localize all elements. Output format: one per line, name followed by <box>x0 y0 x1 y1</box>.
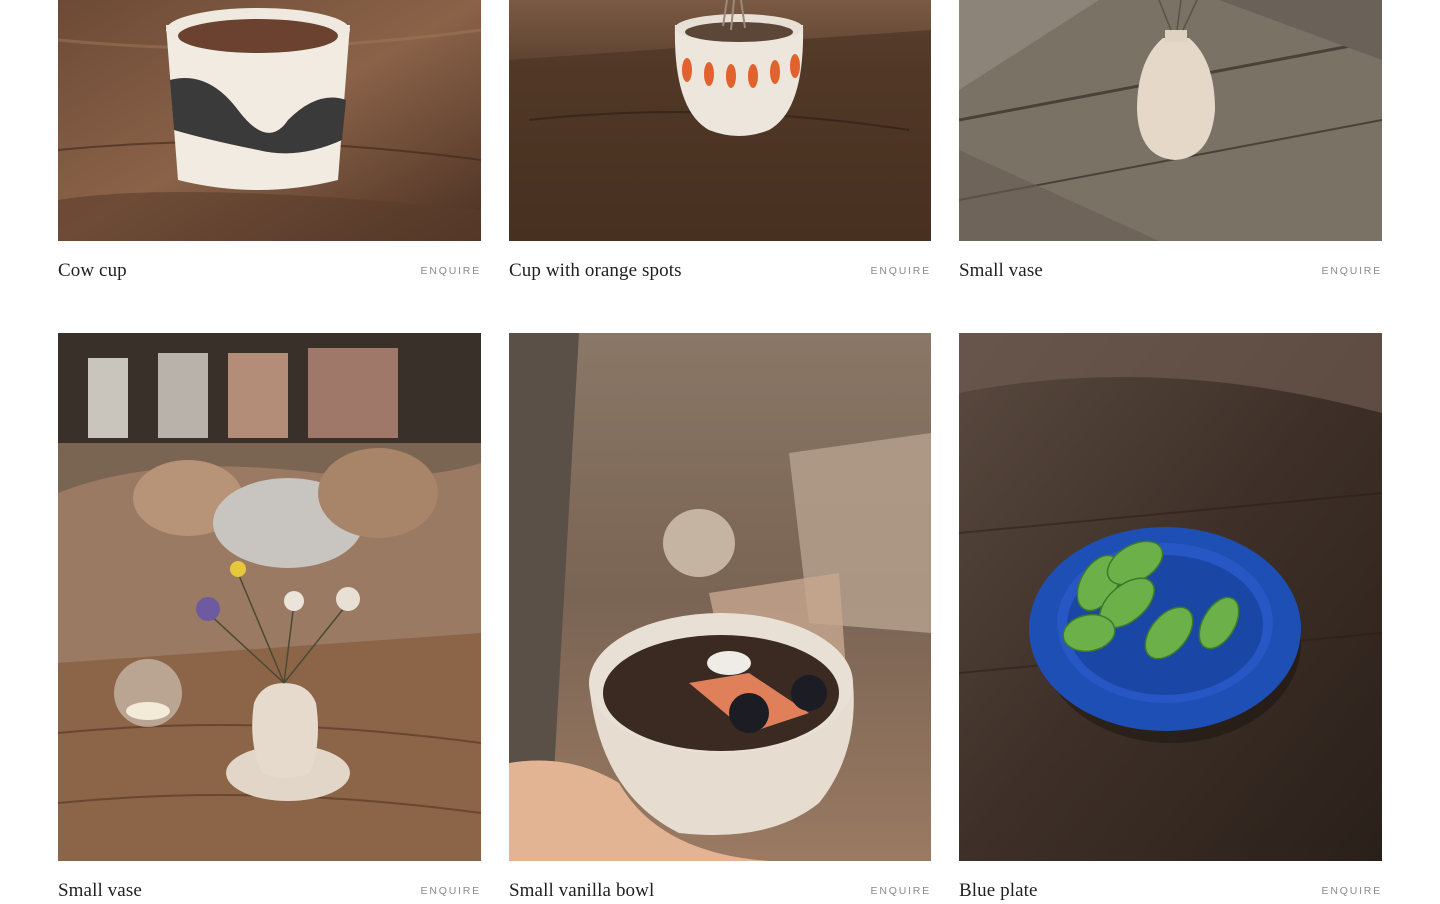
product-photo-small-vase[interactable] <box>959 0 1382 241</box>
product-title[interactable]: Cow cup <box>58 260 127 282</box>
product-photo-small-vanilla-bowl[interactable] <box>509 333 931 861</box>
product-card[interactable]: Cup with orange spots ENQUIRE <box>509 0 931 300</box>
enquire-link[interactable]: ENQUIRE <box>1322 885 1382 897</box>
enquire-link[interactable]: ENQUIRE <box>421 265 481 277</box>
product-photo-blue-plate[interactable] <box>959 333 1382 861</box>
product-card[interactable]: Small vase ENQUIRE <box>58 333 481 902</box>
product-photo-small-vase-flowers[interactable] <box>58 333 481 861</box>
enquire-link[interactable]: ENQUIRE <box>1322 265 1382 277</box>
product-title[interactable]: Small vase <box>58 880 142 902</box>
product-card[interactable]: Blue plate ENQUIRE <box>959 333 1382 902</box>
enquire-link[interactable]: ENQUIRE <box>871 265 931 277</box>
product-title[interactable]: Small vanilla bowl <box>509 880 654 902</box>
product-title[interactable]: Small vase <box>959 260 1043 282</box>
product-title[interactable]: Blue plate <box>959 880 1038 902</box>
product-title[interactable]: Cup with orange spots <box>509 260 682 282</box>
enquire-link[interactable]: ENQUIRE <box>871 885 931 897</box>
product-photo-cup-orange-spots[interactable] <box>509 0 931 241</box>
enquire-link[interactable]: ENQUIRE <box>421 885 481 897</box>
product-card[interactable]: Small vanilla bowl ENQUIRE <box>509 333 931 902</box>
product-card[interactable]: Cow cup ENQUIRE <box>58 0 481 300</box>
product-photo-cow-cup[interactable] <box>58 0 481 241</box>
product-card[interactable]: Small vase ENQUIRE <box>959 0 1382 300</box>
